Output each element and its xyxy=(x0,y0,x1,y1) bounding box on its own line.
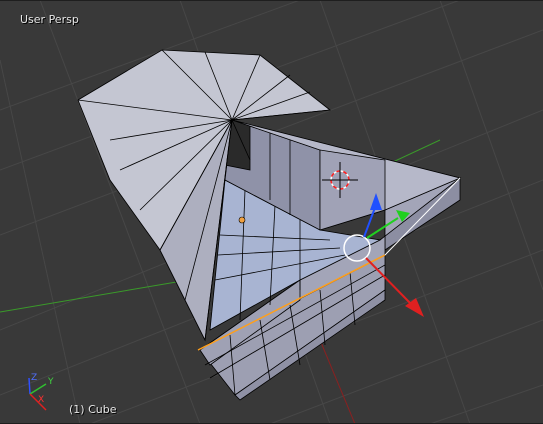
scene-canvas[interactable] xyxy=(0,0,543,424)
axis-x-label: X xyxy=(38,395,44,405)
object-origin[interactable] xyxy=(238,216,246,224)
axis-y-label: Y xyxy=(47,377,54,387)
axis-orientation-widget: Z Y X xyxy=(28,373,54,411)
y-axis-line xyxy=(0,277,201,313)
view-name-label: User Persp xyxy=(20,13,79,26)
mesh-object[interactable] xyxy=(77,49,462,401)
active-object-label: (1) Cube xyxy=(69,403,117,416)
3d-viewport[interactable]: User Persp Z Y X (1) Cube xyxy=(0,0,543,424)
axis-z-label: Z xyxy=(31,373,37,383)
viewport-top-border xyxy=(0,0,543,1)
